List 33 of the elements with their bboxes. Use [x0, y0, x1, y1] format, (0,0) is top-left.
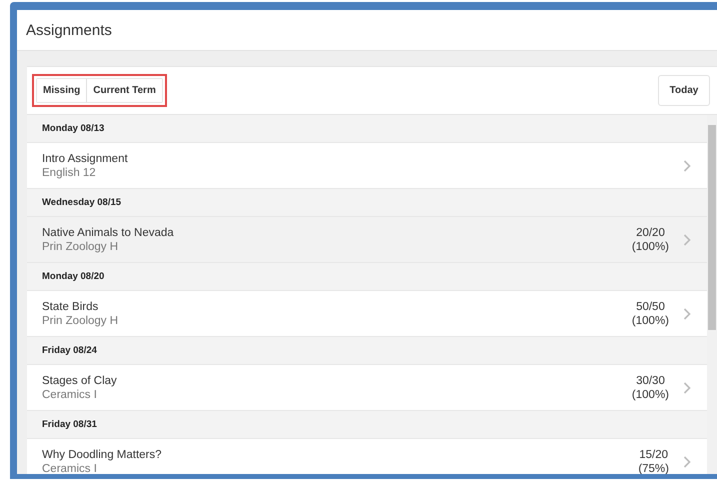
chevron-right-icon: [683, 382, 691, 394]
chevron-right-icon: [683, 456, 691, 468]
score-text: 15/20: [639, 448, 668, 460]
course-name: Prin Zoology H: [42, 240, 120, 252]
course-name: Prin Zoology H: [42, 314, 120, 326]
assignment-name: Native Animals to Nevada: [42, 226, 175, 238]
today-button[interactable]: Today: [658, 75, 710, 106]
chevron-right-icon: [683, 160, 691, 172]
scrollbar[interactable]: [707, 115, 717, 474]
date-label: Monday 08/20: [42, 271, 104, 282]
percent-text: (100%): [632, 240, 669, 252]
score-text: 50/50: [636, 300, 665, 312]
assignment-row[interactable]: Native Animals to Nevada Prin Zoology H 20/20 (100%): [27, 217, 707, 263]
date-label: Monday 08/13: [42, 123, 104, 134]
filter-button[interactable]: Current Term: [86, 79, 162, 102]
chevron-right-icon: [683, 234, 691, 246]
date-label: Friday 08/31: [42, 419, 97, 430]
percent-text: (100%): [632, 388, 669, 400]
assignment-name: Stages of Clay: [42, 374, 118, 386]
assignment-name: Why Doodling Matters?: [42, 448, 163, 460]
date-label: Friday 08/24: [42, 345, 97, 356]
course-name: Ceramics I: [42, 388, 98, 400]
assignment-name: Intro Assignment: [42, 152, 129, 164]
percent-text: (75%): [638, 462, 669, 474]
assignment-name: State Birds: [42, 300, 100, 312]
chevron-right-icon: [683, 308, 691, 320]
score-text: 20/20: [636, 226, 665, 238]
course-name: English 12: [42, 166, 97, 178]
course-name: Ceramics I: [42, 462, 98, 474]
date-label: Wednesday 08/15: [42, 197, 122, 208]
page-title: Assignments: [26, 22, 112, 38]
score-text: 30/30: [636, 374, 665, 386]
percent-text: (100%): [632, 314, 669, 326]
